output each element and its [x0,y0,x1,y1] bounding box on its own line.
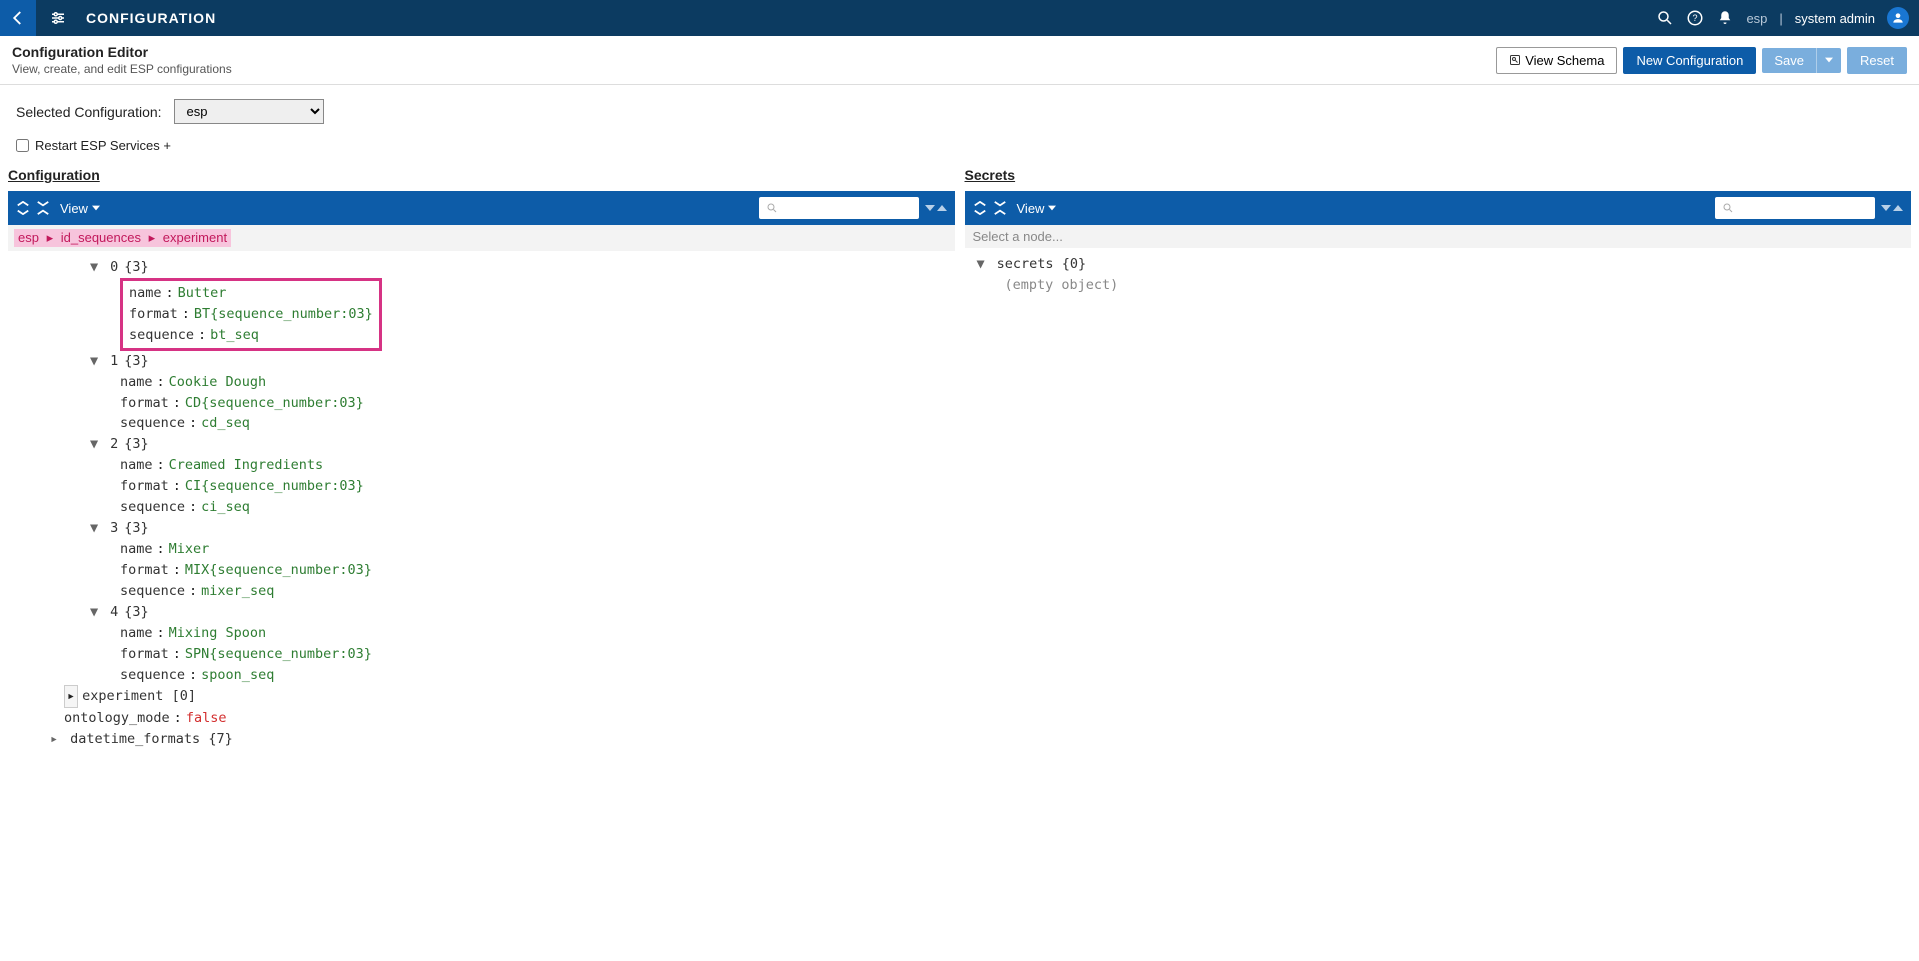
help-icon[interactable]: ? [1686,9,1704,27]
selected-config-select[interactable]: esp [174,99,324,124]
reset-button[interactable]: Reset [1847,47,1907,74]
config-tree: ▼ 0{3} name:Butter format:BT{sequence_nu… [8,251,955,756]
view-label: View [60,201,88,216]
configuration-panel-title: Configuration [8,167,955,183]
tree-value[interactable]: Butter [178,285,227,301]
divider: | [1779,11,1782,26]
tree-value[interactable]: Mixing Spoon [169,625,267,641]
save-button[interactable]: Save [1762,48,1816,73]
avatar[interactable] [1887,7,1909,29]
breadcrumb-2[interactable]: experiment [163,230,227,245]
selected-config-label: Selected Configuration: [16,104,162,120]
tree-value[interactable]: Creamed Ingredients [169,457,323,473]
empty-object-label: (empty object) [977,275,1906,296]
tree-value[interactable]: SPN{sequence_number:03} [185,646,372,662]
collapse-icon[interactable] [16,201,30,215]
secrets-search-input[interactable] [1715,197,1875,219]
save-label: Save [1774,53,1804,68]
select-node-placeholder: Select a node... [965,225,1912,248]
view-schema-label: View Schema [1525,53,1604,68]
new-config-label: New Configuration [1636,53,1743,68]
tree-value[interactable]: BT{sequence_number:03} [194,306,373,322]
search-next-icon[interactable] [937,201,947,216]
restart-esp-checkbox[interactable] [16,139,29,152]
chevron-right-icon: ▸ [47,230,54,245]
highlight-box: name:Butter format:BT{sequence_number:03… [120,278,382,351]
tree-value[interactable]: cd_seq [201,415,250,431]
toggle-icon[interactable]: ▸ [50,729,62,750]
toggle-icon[interactable]: ▼ [977,254,989,275]
chevron-right-icon: ▸ [149,230,156,245]
tree-value[interactable]: MIX{sequence_number:03} [185,562,372,578]
bell-icon[interactable] [1716,9,1734,27]
reset-label: Reset [1860,53,1894,68]
tree-value[interactable]: Cookie Dough [169,374,267,390]
back-button[interactable] [0,0,36,36]
search-prev-icon[interactable] [1881,201,1891,216]
search-prev-icon[interactable] [925,201,935,216]
secrets-panel-title: Secrets [965,167,1912,183]
toggle-icon[interactable]: ▼ [90,602,102,623]
restart-esp-label: Restart ESP Services + [35,138,171,153]
toggle-icon[interactable]: ▼ [90,351,102,372]
tree-value[interactable]: CI{sequence_number:03} [185,478,364,494]
collapse-icon[interactable] [973,201,987,215]
search-next-icon[interactable] [1893,201,1903,216]
view-menu[interactable]: View [60,201,100,216]
save-dropdown[interactable] [1816,48,1841,73]
view-menu[interactable]: View [1017,201,1057,216]
page-title: CONFIGURATION [86,10,216,26]
tree-value[interactable]: mixer_seq [201,583,274,599]
tree-value[interactable]: CD{sequence_number:03} [185,395,364,411]
editor-title: Configuration Editor [12,44,1496,60]
user-name[interactable]: system admin [1795,11,1875,26]
breadcrumb-1[interactable]: id_sequences [61,230,141,245]
svg-text:?: ? [1693,13,1698,23]
expand-icon[interactable] [993,201,1007,215]
tree-value[interactable]: Mixer [169,541,210,557]
toggle-icon[interactable]: ▼ [90,257,102,278]
tree-value[interactable]: false [186,710,227,726]
view-label: View [1017,201,1045,216]
secrets-tree: ▼ secrets {0} (empty object) [965,248,1912,302]
config-tune-icon [40,0,76,36]
breadcrumb-0[interactable]: esp [18,230,39,245]
new-configuration-button[interactable]: New Configuration [1623,47,1756,74]
search-icon[interactable] [1656,9,1674,27]
tree-value[interactable]: bt_seq [210,327,259,343]
tenant-label: esp [1746,11,1767,26]
toggle-icon[interactable]: ▼ [90,434,102,455]
editor-subtitle: View, create, and edit ESP configuration… [12,62,1496,76]
tree-value[interactable]: ci_seq [201,499,250,515]
breadcrumb: esp ▸ id_sequences ▸ experiment [8,225,955,251]
toggle-icon[interactable]: ▸ [64,685,78,708]
toggle-icon[interactable]: ▼ [90,518,102,539]
tree-value[interactable]: spoon_seq [201,667,274,683]
expand-icon[interactable] [36,201,50,215]
config-search-input[interactable] [759,197,919,219]
view-schema-button[interactable]: View Schema [1496,47,1617,74]
